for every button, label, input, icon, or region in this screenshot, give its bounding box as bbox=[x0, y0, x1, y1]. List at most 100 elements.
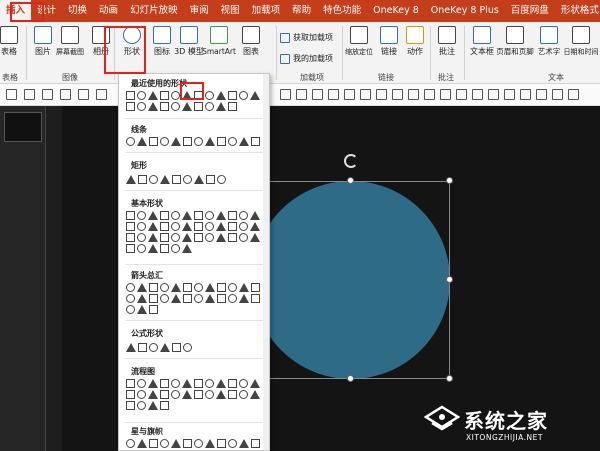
shape-option[interactable] bbox=[194, 283, 203, 292]
shape-option[interactable] bbox=[239, 137, 249, 146]
shape-option[interactable] bbox=[126, 379, 135, 388]
shape-option[interactable] bbox=[160, 222, 169, 231]
shape-option[interactable] bbox=[126, 283, 135, 292]
shape-option[interactable] bbox=[194, 102, 203, 111]
resize-handle[interactable] bbox=[446, 276, 453, 283]
shape-option[interactable] bbox=[126, 244, 135, 253]
my-addins-button[interactable]: 我的加载项 bbox=[280, 53, 333, 64]
shape-option[interactable] bbox=[205, 283, 215, 292]
shape-option[interactable] bbox=[149, 137, 158, 146]
shape-option[interactable] bbox=[205, 390, 214, 399]
shape-option[interactable] bbox=[182, 379, 192, 388]
shape-option[interactable] bbox=[194, 137, 203, 146]
shape-option[interactable] bbox=[228, 137, 237, 146]
shape-option[interactable] bbox=[205, 102, 214, 111]
shape-option[interactable] bbox=[216, 379, 226, 388]
shape-option[interactable] bbox=[137, 390, 146, 399]
shape-option[interactable] bbox=[183, 283, 192, 292]
smartart-button[interactable]: SmartArt bbox=[202, 24, 236, 68]
format-icon[interactable] bbox=[376, 89, 387, 100]
format-icon[interactable] bbox=[328, 89, 339, 100]
shape-option[interactable] bbox=[160, 283, 169, 292]
shape-option[interactable] bbox=[160, 175, 170, 184]
tab-slideshow[interactable]: 幻灯片放映 bbox=[124, 0, 184, 22]
shape-option[interactable] bbox=[126, 102, 135, 111]
shape-option[interactable] bbox=[148, 102, 158, 111]
shape-option[interactable] bbox=[171, 137, 181, 146]
shape-option[interactable] bbox=[216, 91, 226, 100]
shape-option[interactable] bbox=[137, 294, 147, 303]
shape-option[interactable] bbox=[160, 233, 169, 242]
shape-option[interactable] bbox=[160, 244, 169, 253]
shape-option[interactable] bbox=[205, 91, 214, 100]
shape-option[interactable] bbox=[126, 222, 135, 231]
shape-option[interactable] bbox=[228, 283, 237, 292]
shape-option[interactable] bbox=[239, 379, 248, 388]
shape-option[interactable] bbox=[126, 305, 135, 314]
shape-option[interactable] bbox=[149, 343, 158, 352]
shape-option[interactable] bbox=[228, 102, 237, 111]
shape-option[interactable] bbox=[205, 222, 214, 231]
shape-option[interactable] bbox=[148, 379, 158, 388]
format-icon[interactable] bbox=[472, 89, 483, 100]
shape-option[interactable] bbox=[160, 137, 169, 146]
shape-option[interactable] bbox=[137, 439, 147, 448]
shape-option[interactable] bbox=[250, 211, 260, 220]
shape-option[interactable] bbox=[194, 390, 203, 399]
shape-option[interactable] bbox=[205, 439, 215, 448]
action-button[interactable]: 动作 bbox=[400, 24, 430, 68]
tab-shape-format[interactable]: 形状格式 bbox=[555, 0, 600, 22]
shape-option[interactable] bbox=[216, 222, 226, 231]
shape-option[interactable] bbox=[216, 390, 226, 399]
shape-option[interactable] bbox=[205, 294, 215, 303]
picture-button[interactable]: 图片 bbox=[28, 24, 58, 68]
format-icon[interactable] bbox=[520, 89, 531, 100]
shape-option[interactable] bbox=[149, 439, 158, 448]
shape-option[interactable] bbox=[137, 379, 146, 388]
shape-option[interactable] bbox=[217, 283, 226, 292]
zoom-button[interactable]: 缩放定位 bbox=[344, 24, 374, 68]
resize-handle[interactable] bbox=[347, 375, 354, 382]
shape-option[interactable] bbox=[171, 390, 180, 399]
shape-option[interactable] bbox=[239, 294, 249, 303]
shape-option[interactable] bbox=[171, 211, 180, 220]
shape-option[interactable] bbox=[205, 211, 214, 220]
format-icon[interactable] bbox=[360, 89, 371, 100]
tab-review[interactable]: 审阅 bbox=[184, 0, 215, 22]
shape-option[interactable] bbox=[126, 343, 136, 352]
format-icon[interactable] bbox=[424, 89, 435, 100]
shape-option[interactable] bbox=[126, 294, 135, 303]
format-icon[interactable] bbox=[552, 89, 563, 100]
format-icon[interactable] bbox=[488, 89, 499, 100]
shape-option[interactable] bbox=[160, 401, 169, 410]
shape-option[interactable] bbox=[171, 91, 180, 100]
shape-option[interactable] bbox=[239, 222, 248, 231]
tab-onekey8plus[interactable]: OneKey 8 Plus bbox=[425, 0, 505, 22]
shape-option[interactable] bbox=[228, 222, 237, 231]
shape-option[interactable] bbox=[137, 222, 146, 231]
shape-option[interactable] bbox=[171, 102, 180, 111]
shape-option[interactable] bbox=[160, 379, 169, 388]
shape-option[interactable] bbox=[239, 211, 248, 220]
shape-option[interactable] bbox=[137, 305, 147, 314]
shape-option[interactable] bbox=[160, 294, 169, 303]
comment-button[interactable]: 批注 bbox=[432, 24, 462, 68]
tab-baidu[interactable]: 百度网盘 bbox=[505, 0, 555, 22]
shape-option[interactable] bbox=[182, 102, 192, 111]
shape-option[interactable] bbox=[194, 175, 204, 184]
shape-option[interactable] bbox=[171, 379, 180, 388]
format-icon[interactable] bbox=[24, 89, 35, 100]
shape-option[interactable] bbox=[216, 102, 226, 111]
shape-option[interactable] bbox=[239, 390, 248, 399]
shape-option[interactable] bbox=[205, 137, 215, 146]
rotate-handle-icon[interactable] bbox=[344, 154, 358, 168]
format-icon[interactable] bbox=[344, 89, 355, 100]
tab-transitions[interactable]: 切换 bbox=[62, 0, 93, 22]
resize-handle[interactable] bbox=[347, 177, 354, 184]
shape-option[interactable] bbox=[217, 439, 226, 448]
format-icon[interactable] bbox=[504, 89, 515, 100]
shape-option[interactable] bbox=[251, 294, 260, 303]
shape-option[interactable] bbox=[160, 390, 169, 399]
shape-option[interactable] bbox=[126, 401, 135, 410]
shape-option[interactable] bbox=[138, 343, 147, 352]
